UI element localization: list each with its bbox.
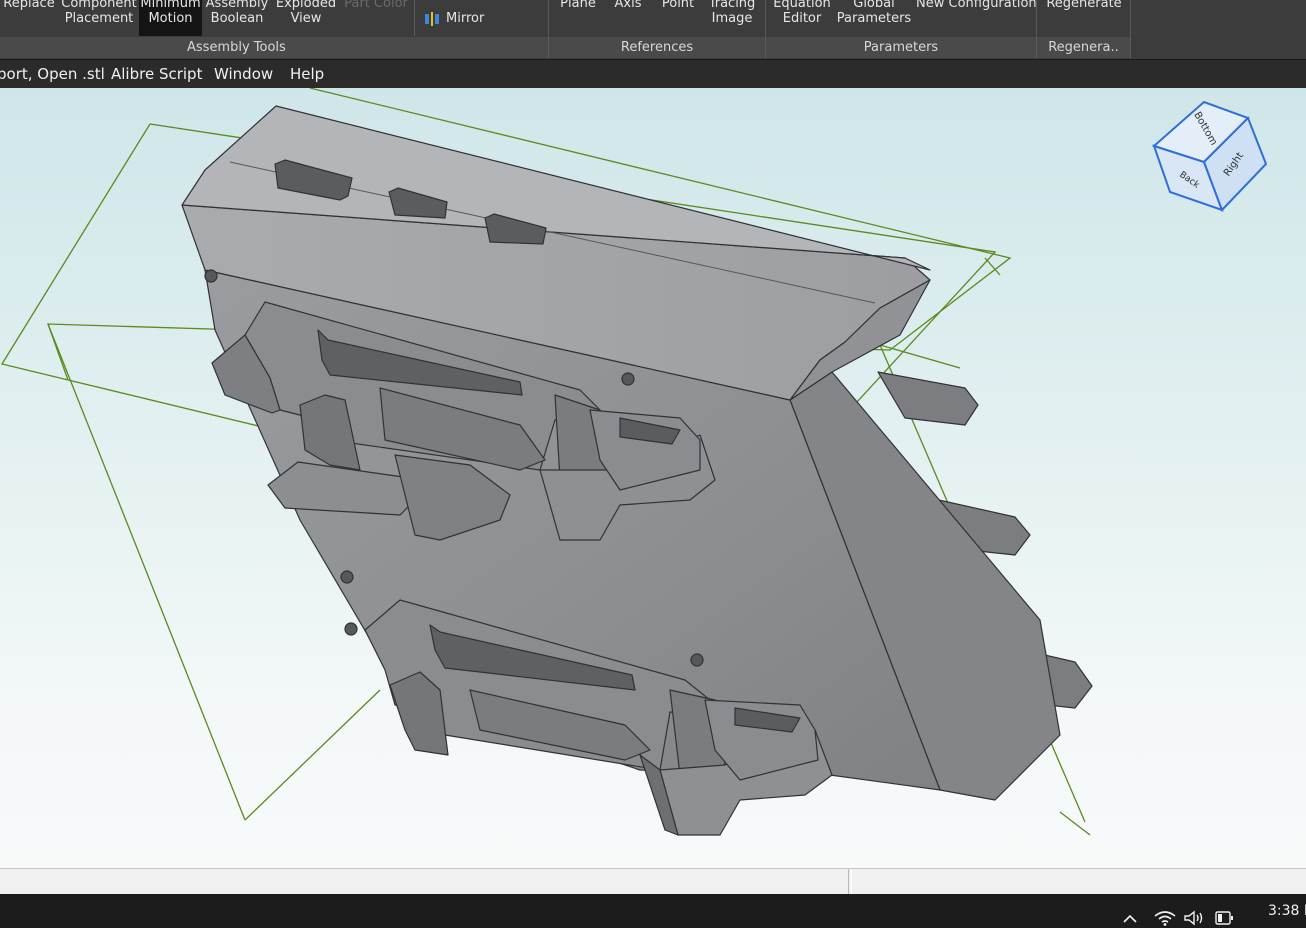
status-pane-left [0,869,849,894]
wifi-icon[interactable] [1154,910,1176,926]
view-cube[interactable]: Bottom Back Right [1148,100,1270,216]
menu-item-window[interactable]: Window [214,60,273,89]
menu-item-import-open-stl[interactable]: port, Open .stl [0,60,105,89]
model-scene[interactable] [0,88,1306,868]
group-label-parameters: Parameters [863,40,939,55]
ribbon-separator [414,0,415,36]
ribbon-separator [1130,0,1131,58]
assembly-boolean-button[interactable]: Assembly Boolean [204,0,270,32]
speaker-icon[interactable] [1183,910,1205,926]
group-label-assembly-tools: Assembly Tools [187,40,286,55]
exploded-view-button[interactable]: Exploded View [272,0,340,32]
point-button[interactable]: Point [658,0,698,32]
model-body[interactable] [181,105,1093,836]
replace-button[interactable]: Replace [0,0,58,32]
minimum-motion-button[interactable]: Minimum Motion [139,0,202,36]
menu-bar: port, Open .stl Alibre Script Window Hel… [0,59,1306,88]
group-label-regenerate: Regenera.. [1048,40,1119,55]
menu-item-alibre-script[interactable]: Alibre Script [111,60,202,89]
equation-editor-button[interactable]: Equation Editor [772,0,832,32]
component-placement-button[interactable]: Component Placement [60,0,138,32]
plane-button[interactable]: Plane [556,0,600,32]
3d-viewport[interactable]: Bottom Back Right [0,88,1306,868]
tracing-image-button[interactable]: Tracing Image [706,0,758,32]
chevron-up-icon[interactable] [1122,914,1138,924]
menu-item-help[interactable]: Help [290,60,324,89]
new-configuration-button[interactable]: New Configuration [916,0,1037,32]
axis-button[interactable]: Axis [610,0,646,32]
ribbon: Replace Component Placement Minimum Motion… [0,0,1306,59]
group-label-references: References [620,40,694,55]
mirror-icon [425,11,439,26]
part-color-button[interactable]: Part Color [342,0,410,32]
status-bar [0,868,1306,894]
status-pane-right [851,869,1306,894]
global-parameters-button[interactable]: Global Parameters [836,0,912,32]
battery-icon[interactable] [1214,910,1236,926]
windows-taskbar: 3:38 P [0,894,1306,928]
taskbar-clock[interactable]: 3:38 P [1268,903,1306,919]
regenerate-button[interactable]: Regenerate [1042,0,1126,32]
